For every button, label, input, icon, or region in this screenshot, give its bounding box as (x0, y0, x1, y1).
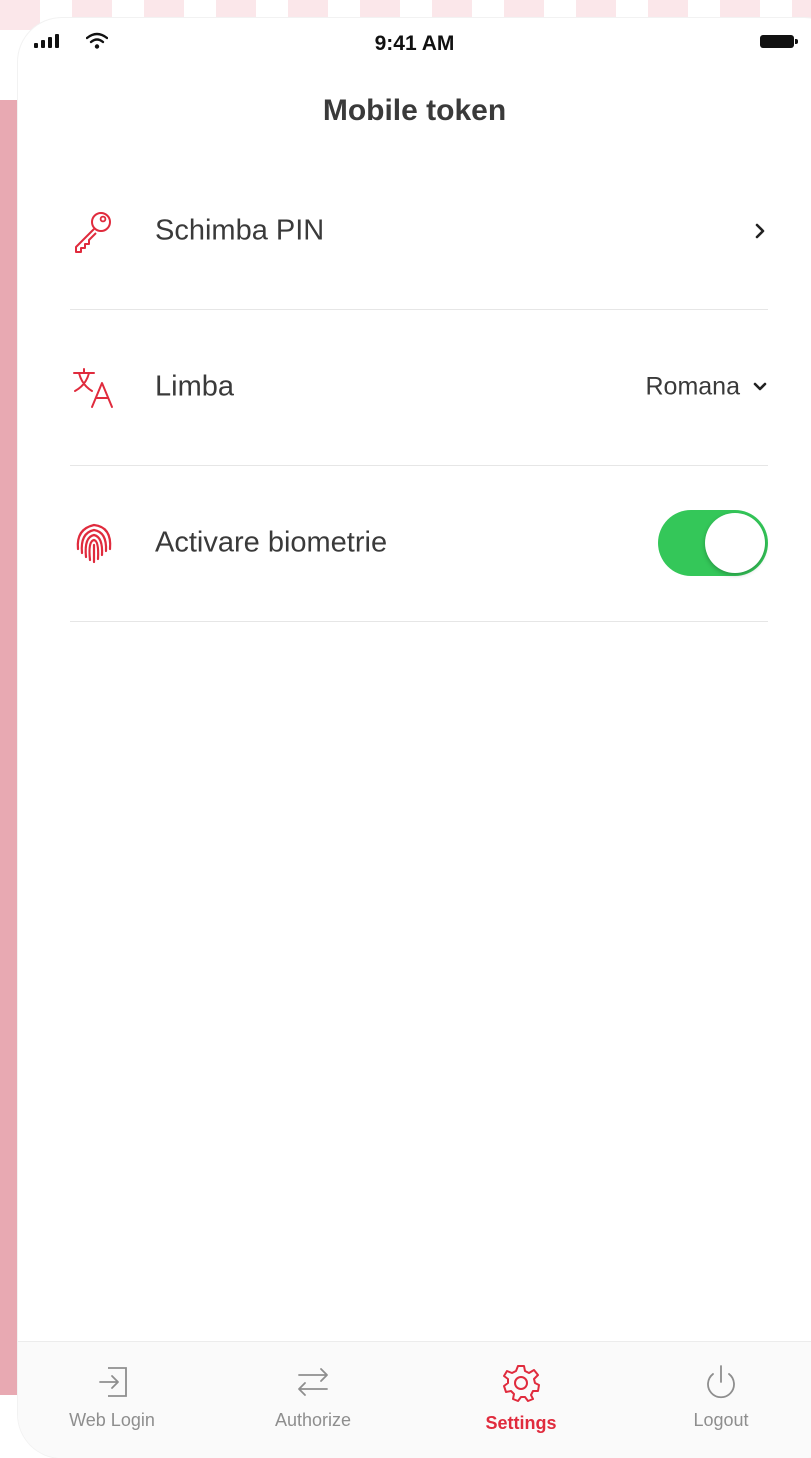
translate-icon (73, 368, 113, 408)
phone-screen: 9:41 AM Mobile token Schimba PIN Limba R… (18, 18, 811, 1458)
settings-row-biometrics[interactable]: Activare biometrie (70, 465, 768, 622)
settings-row-label: Activare biometrie (155, 526, 388, 559)
tab-label: Settings (485, 1413, 557, 1433)
chevron-right-icon (755, 223, 765, 239)
tab-authorize[interactable]: Authorize (238, 1342, 388, 1439)
tab-web-login[interactable]: Web Login (37, 1342, 187, 1439)
settings-row-language[interactable]: Limba Romana (70, 309, 768, 466)
tab-settings[interactable]: Settings (446, 1342, 596, 1439)
power-icon (707, 1365, 735, 1399)
swap-arrows-icon (298, 1368, 328, 1396)
settings-row-label: Schimba PIN (155, 214, 325, 247)
fingerprint-icon (76, 523, 112, 564)
gear-icon (503, 1365, 540, 1402)
battery-icon (760, 35, 794, 48)
chevron-down-icon[interactable] (752, 381, 768, 393)
tab-label: Authorize (274, 1410, 352, 1430)
status-bar: 9:41 AM (18, 18, 811, 68)
toggle-knob[interactable] (705, 513, 765, 573)
login-icon (99, 1367, 127, 1397)
status-time: 9:41 AM (374, 32, 455, 55)
key-icon (75, 212, 111, 253)
tab-logout[interactable]: Logout (646, 1342, 796, 1439)
biometrics-toggle[interactable] (658, 510, 768, 576)
tab-label: Logout (693, 1410, 749, 1430)
battery-tip (795, 39, 798, 44)
page-title: Mobile token (322, 94, 507, 127)
tab-bar: Web Login Authorize Settings Logout (18, 1341, 811, 1458)
language-select-value[interactable]: Romana (646, 373, 741, 402)
settings-row-label: Limba (155, 370, 234, 403)
settings-row-change-pin[interactable]: Schimba PIN (70, 153, 768, 310)
tab-label: Web Login (69, 1410, 155, 1430)
